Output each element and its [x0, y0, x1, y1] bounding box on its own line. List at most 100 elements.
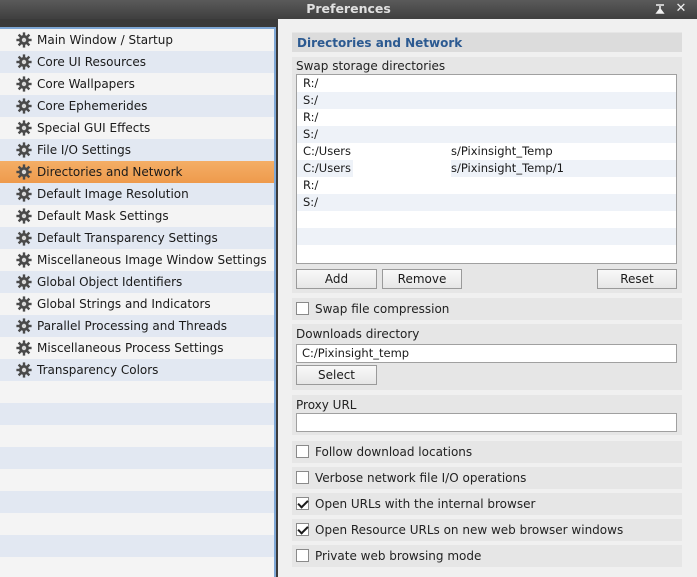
sidebar-item-label: Main Window / Startup [37, 33, 173, 47]
reset-button[interactable]: Reset [597, 269, 677, 289]
swap-group: Swap storage directories R:/ S:/ R:/ S:/ C:/… [292, 57, 682, 293]
swap-directory-item[interactable]: R:/ [297, 109, 676, 126]
gear-icon [16, 208, 32, 224]
title-bar: Preferences ✕ [0, 0, 697, 19]
empty-row [0, 403, 274, 425]
redacted-block [353, 143, 451, 160]
sidebar-item[interactable]: Main Window / Startup [0, 29, 274, 51]
sidebar-item-label: Global Strings and Indicators [37, 297, 211, 311]
swap-directory-prefix: R:/ [303, 178, 319, 192]
option-row[interactable]: Open Resource URLs on new web browser wi… [292, 519, 682, 541]
swap-directory-prefix: R:/ [303, 110, 319, 124]
empty-row [0, 557, 274, 577]
gear-icon [16, 54, 32, 70]
swap-compression-row[interactable]: Swap file compression [292, 298, 682, 320]
swap-directory-list[interactable]: R:/S:/R:/S:/C:/Users s/Pixinsight_Temp C:/… [296, 74, 677, 264]
swap-compression-checkbox[interactable] [296, 302, 309, 315]
swap-directory-prefix: C:/Users [303, 161, 351, 175]
gear-icon [16, 252, 32, 268]
option-row[interactable]: Verbose network file I/O operations [292, 467, 682, 489]
sidebar-item-label: Core Ephemerides [37, 99, 148, 113]
empty-list-row [297, 211, 676, 228]
window-title: Preferences [306, 1, 391, 16]
sidebar-item[interactable]: Core UI Resources [0, 51, 274, 73]
gear-icon [16, 120, 32, 136]
option-row[interactable]: Follow download locations [292, 441, 682, 463]
sidebar-item[interactable]: Global Strings and Indicators [0, 293, 274, 315]
pin-icon[interactable] [652, 1, 668, 17]
option-checkbox[interactable] [296, 445, 309, 458]
empty-row [0, 491, 274, 513]
option-label: Follow download locations [315, 445, 473, 459]
empty-row [0, 425, 274, 447]
sidebar-item[interactable]: File I/O Settings [0, 139, 274, 161]
section-header: Directories and Network [292, 32, 682, 52]
proxy-group: Proxy URL [292, 395, 682, 435]
downloads-group: Downloads directory C:/Pixinsight_temp S… [292, 324, 682, 390]
sidebar-item[interactable]: Core Wallpapers [0, 73, 274, 95]
empty-row [0, 513, 274, 535]
option-row[interactable]: Open URLs with the internal browser [292, 493, 682, 515]
sidebar-item[interactable]: Default Transparency Settings [0, 227, 274, 249]
sidebar-item-label: Special GUI Effects [37, 121, 151, 135]
swap-directory-prefix: S:/ [303, 127, 319, 141]
swap-directory-prefix: C:/Users [303, 144, 351, 158]
sidebar-item[interactable]: Default Mask Settings [0, 205, 274, 227]
option-label: Private web browsing mode [315, 549, 482, 563]
swap-directory-item[interactable]: R:/ [297, 75, 676, 92]
sidebar-item[interactable]: Parallel Processing and Threads [0, 315, 274, 337]
sidebar-item[interactable]: Transparency Colors [0, 359, 274, 381]
gear-icon [16, 362, 32, 378]
redacted-block [353, 160, 451, 177]
sidebar-item[interactable]: Miscellaneous Process Settings [0, 337, 274, 359]
gear-icon [16, 274, 32, 290]
remove-button[interactable]: Remove [382, 269, 462, 289]
swap-directory-item[interactable]: C:/Users s/Pixinsight_Temp [297, 143, 676, 160]
swap-directory-suffix: s/Pixinsight_Temp [451, 144, 553, 158]
sidebar-item-label: File I/O Settings [37, 143, 131, 157]
proxy-url-input[interactable] [296, 413, 677, 432]
swap-directory-item[interactable]: S:/ [297, 92, 676, 109]
sidebar-item-label: Core UI Resources [37, 55, 147, 69]
sidebar-item[interactable]: Global Object Identifiers [0, 271, 274, 293]
swap-compression-label: Swap file compression [315, 302, 450, 316]
option-checkbox[interactable] [296, 523, 309, 536]
swap-directory-prefix: R:/ [303, 76, 319, 90]
sidebar-item[interactable]: Core Ephemerides [0, 95, 274, 117]
sidebar-item-label: Default Image Resolution [37, 187, 189, 201]
option-checkbox[interactable] [296, 549, 309, 562]
option-label: Open Resource URLs on new web browser wi… [315, 523, 624, 537]
option-row[interactable]: Private web browsing mode [292, 545, 682, 567]
gear-icon [16, 318, 32, 334]
sidebar-item-label: Miscellaneous Process Settings [37, 341, 224, 355]
sidebar-item-label: Core Wallpapers [37, 77, 135, 91]
add-button[interactable]: Add [296, 269, 377, 289]
empty-list-row [297, 228, 676, 245]
sidebar-item-label: Miscellaneous Image Window Settings [37, 253, 267, 267]
sidebar-item[interactable]: Miscellaneous Image Window Settings [0, 249, 274, 271]
sidebar-item-label: Default Transparency Settings [37, 231, 218, 245]
swap-label: Swap storage directories [296, 59, 446, 73]
gear-icon [16, 32, 32, 48]
sidebar-item[interactable]: Default Image Resolution [0, 183, 274, 205]
sidebar-item-label: Transparency Colors [37, 363, 159, 377]
swap-directory-item[interactable]: S:/ [297, 194, 676, 211]
option-checkbox[interactable] [296, 471, 309, 484]
empty-row [0, 535, 274, 557]
close-icon[interactable]: ✕ [673, 1, 689, 17]
select-button[interactable]: Select [296, 365, 377, 385]
downloads-directory-input[interactable]: C:/Pixinsight_temp [296, 344, 677, 363]
option-label: Open URLs with the internal browser [315, 497, 536, 511]
swap-directory-item[interactable]: R:/ [297, 177, 676, 194]
swap-directory-item[interactable]: C:/Users s/Pixinsight_Temp/1 [297, 160, 676, 177]
sidebar-item-label: Parallel Processing and Threads [37, 319, 228, 333]
proxy-label: Proxy URL [296, 398, 357, 412]
swap-directory-item[interactable]: S:/ [297, 126, 676, 143]
gear-icon [16, 98, 32, 114]
gear-icon [16, 296, 32, 312]
gear-icon [16, 164, 32, 180]
option-checkbox[interactable] [296, 497, 309, 510]
gear-icon [16, 340, 32, 356]
sidebar-item[interactable]: Directories and Network [0, 161, 274, 183]
sidebar-item[interactable]: Special GUI Effects [0, 117, 274, 139]
